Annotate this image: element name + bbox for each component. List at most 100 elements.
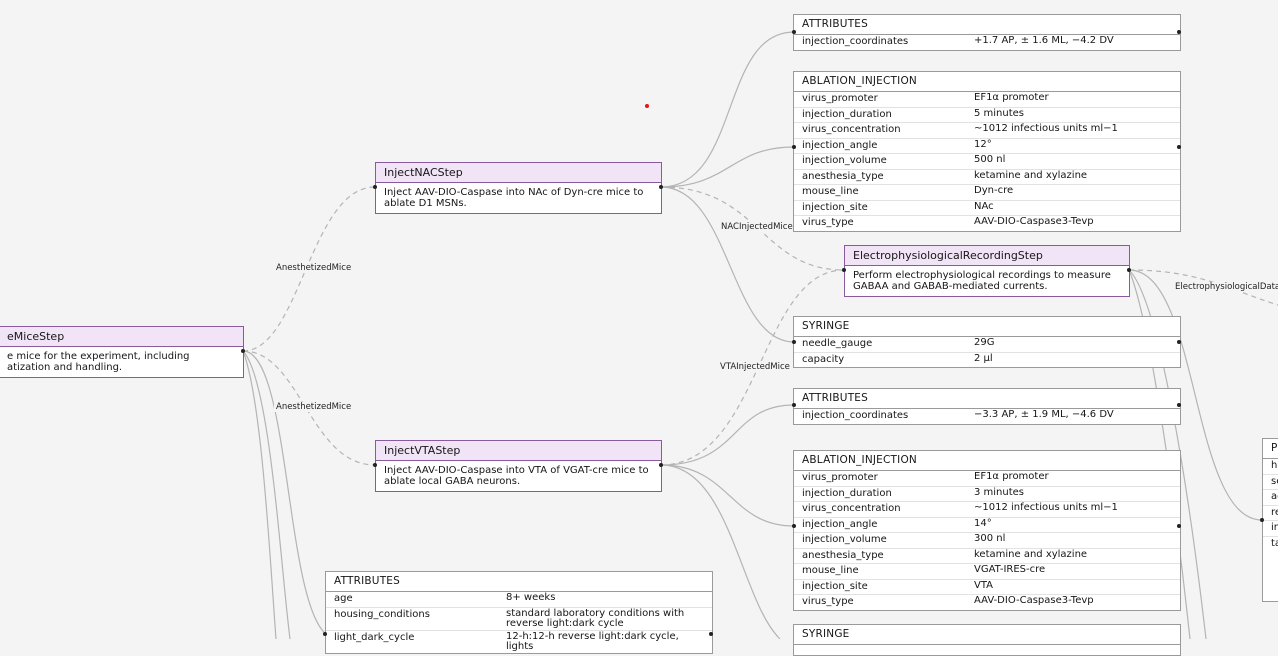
attribute-value: AAV-DIO-Caspase3-Tevp [974, 216, 1094, 227]
attribute-key: virus_promoter [802, 93, 878, 104]
step-node-prepare-mice[interactable]: eMiceStep e mice for the experiment, inc… [0, 326, 244, 378]
table-title: ATTRIBUTES [794, 389, 1180, 409]
attribute-key: ta [1271, 537, 1278, 549]
port-dot [792, 30, 796, 34]
table-row: injection_duration 5 minutes [794, 107, 1180, 123]
port-dot [792, 340, 796, 344]
table-nac-ablation-injection[interactable]: ABLATION_INJECTION virus_promoter EF1α pro… [793, 71, 1181, 232]
port-dot [323, 632, 327, 636]
edge-prepare-down-1 [242, 350, 291, 639]
table-vta-ablation-injection[interactable]: ABLATION_INJECTION virus_promoter EF1α pro… [793, 450, 1181, 611]
attribute-value: ~1012 infectious units ml−1 [974, 502, 1118, 513]
attribute-value: VTA [974, 579, 994, 591]
table-title: ABLATION_INJECTION [794, 451, 1180, 471]
step-title: eMiceStep [0, 327, 243, 347]
step-node-ephys-recording[interactable]: ElectrophysiologicalRecordingStep Perfor… [844, 245, 1130, 297]
table-row: mouse_line Dyn-cre [794, 185, 1180, 201]
table-vta-syringe[interactable]: SYRINGE [793, 624, 1181, 656]
attribute-key: age [334, 593, 353, 604]
attribute-key: mouse_line [802, 186, 859, 197]
table-row: injection_duration 3 minutes [794, 486, 1180, 502]
attribute-key: injection_angle [802, 518, 878, 530]
attribute-value: 5 minutes [974, 107, 1025, 119]
table-row: virus_type AAV-DIO-Caspase3-Tevp [794, 595, 1180, 610]
attribute-value: standard laboratory conditions with reve… [506, 607, 685, 629]
table-row: mouse_line VGAT-IRES-cre [794, 564, 1180, 580]
attribute-value: 500 nl [974, 154, 1006, 165]
table-row: virus_promoter EF1α promoter [794, 92, 1180, 108]
attribute-value: ketamine and xylazine [974, 169, 1088, 181]
port-dot [842, 268, 846, 272]
attribute-key: injection_volume [802, 534, 887, 545]
table-title: SYRINGE [794, 625, 1180, 645]
table-nac-syringe[interactable]: SYRINGE needle_gauge 29G capacity 2 µl [793, 316, 1181, 368]
port-dot [373, 185, 377, 189]
step-description: Inject AAV-DIO-Caspase into NAc of Dyn-c… [384, 187, 644, 209]
port-dot [1260, 518, 1264, 522]
attribute-key: injection_volume [802, 155, 887, 166]
attribute-key: needle_gauge [802, 338, 873, 349]
table-row: injection_volume 300 nl [794, 533, 1180, 549]
table-row: age 8+ weeks [326, 592, 712, 608]
port-dot [1177, 524, 1181, 528]
attribute-key: injection_duration [802, 487, 892, 499]
port-dot [1177, 30, 1181, 34]
attribute-value: +1.7 AP, ± 1.6 ML, −4.2 DV [974, 35, 1114, 46]
attribute-value: AAV-DIO-Caspase3-Tevp [974, 595, 1094, 606]
table-vta-attributes[interactable]: ATTRIBUTES injection_coordinates −3.3 AP, … [793, 388, 1181, 425]
table-mice-attributes[interactable]: ATTRIBUTES age 8+ weeks housing_conditions s… [325, 571, 713, 654]
edge-label-anesthetized-top: AnesthetizedMice [274, 263, 354, 273]
edge-label-vta-injected: VTAInjectedMice [718, 362, 792, 372]
edge-nac-to-attributes [660, 31, 795, 188]
table-row: anesthesia_type ketamine and xylazine [794, 549, 1180, 564]
step-node-inject-nac[interactable]: InjectNACStep Inject AAV-DIO-Caspase int… [375, 162, 662, 214]
attribute-key: anesthesia_type [802, 549, 884, 561]
attribute-value: EF1α promoter [974, 471, 1049, 482]
table-row: virus_concentration ~1012 infectious unit… [794, 123, 1180, 139]
table-row: virus_concentration ~1012 infectious unit… [794, 502, 1180, 518]
table-nac-attributes[interactable]: ATTRIBUTES injection_coordinates +1.7 AP, … [793, 14, 1181, 51]
attribute-key: injection_site [802, 201, 868, 213]
attribute-value: 12-h:12-h reverse light:dark cycle, ligh… [506, 630, 679, 652]
table-row: ac [1263, 490, 1278, 506]
attribute-key: virus_concentration [802, 124, 901, 135]
table-row: anesthesia_type ketamine and xylazine [794, 169, 1180, 185]
table-row: needle_gauge 29G [794, 337, 1180, 353]
attribute-value: 300 nl [974, 533, 1006, 544]
port-dot [792, 403, 796, 407]
port-dot [1177, 145, 1181, 149]
step-node-inject-vta[interactable]: InjectVTAStep Inject AAV-DIO-Caspase int… [375, 440, 662, 492]
attribute-key: injection_coordinates [802, 410, 909, 421]
attribute-key: mouse_line [802, 565, 859, 576]
attribute-key: light_dark_cycle [334, 631, 415, 643]
step-title: ElectrophysiologicalRecordingStep [845, 246, 1129, 266]
attribute-value: 12° [974, 138, 992, 150]
table-row: light_dark_cycle 12-h:12-h reverse light:… [326, 631, 712, 653]
attribute-key: injection_coordinates [802, 36, 909, 47]
step-title: InjectNACStep [376, 163, 661, 183]
step-description: Perform electrophysiological recordings … [853, 270, 1111, 292]
attribute-key: capacity [802, 353, 845, 365]
table-right-partial[interactable]: Phe se ac re in ta [1262, 438, 1278, 602]
table-title: ATTRIBUTES [326, 572, 712, 592]
attribute-value: 14° [974, 517, 992, 529]
attribute-value: ~1012 infectious units ml−1 [974, 123, 1118, 134]
table-title: ABLATION_INJECTION [794, 72, 1180, 92]
edge-nac-to-ablation [660, 146, 795, 188]
table-row: se [1263, 475, 1278, 490]
table-row: virus_type AAV-DIO-Caspase3-Tevp [794, 216, 1180, 231]
attribute-value: 3 minutes [974, 486, 1025, 498]
port-dot [659, 463, 663, 467]
table-row: in [1263, 521, 1278, 537]
port-dot [241, 349, 245, 353]
table-row: injection_angle 14° [794, 517, 1180, 533]
port-dot [1177, 340, 1181, 344]
table-row: injection_coordinates −3.3 AP, ± 1.9 ML, … [794, 409, 1180, 424]
attribute-value: EF1α promoter [974, 92, 1049, 103]
attribute-key: virus_type [802, 596, 854, 607]
attribute-key: virus_concentration [802, 503, 901, 514]
table-title: P [1263, 439, 1278, 459]
attribute-key: he [1271, 460, 1278, 471]
step-title: InjectVTAStep [376, 441, 661, 461]
port-dot [1127, 268, 1131, 272]
